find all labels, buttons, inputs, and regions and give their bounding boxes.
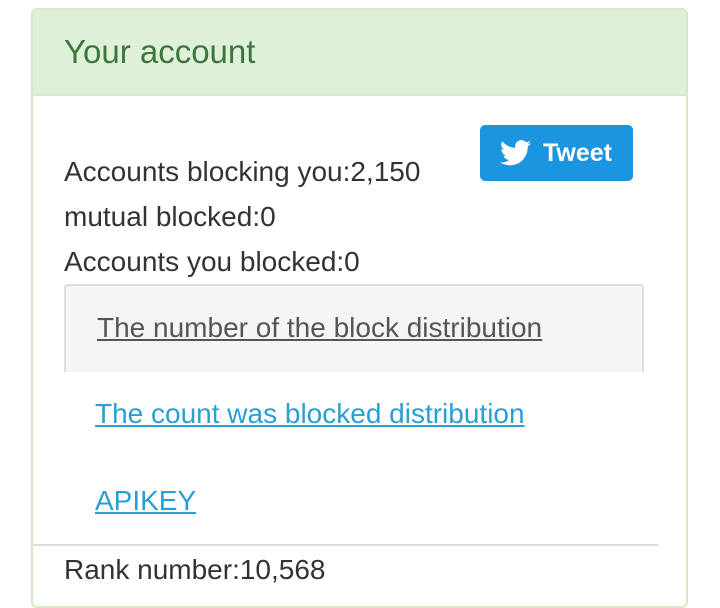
rank-number: Rank number:10,568 (64, 554, 326, 585)
accounts-blocking-you: Accounts blocking you:2,150 (64, 156, 421, 187)
tab-block-distribution-label[interactable]: The number of the block distribution (97, 312, 542, 343)
tab-block-distribution[interactable]: The number of the block distribution (64, 284, 644, 372)
accounts-you-blocked: Accounts you blocked:0 (64, 246, 360, 277)
tweet-button[interactable]: Tweet (480, 125, 633, 181)
panel-title: Your account (64, 33, 256, 70)
distribution-tabs: The number of the block distribution The… (64, 284, 644, 546)
tab-blocked-distribution[interactable]: The count was blocked distribution (64, 372, 644, 459)
tab-apikey-label[interactable]: APIKEY (95, 485, 196, 516)
tweet-button-label: Tweet (543, 139, 612, 167)
panel-heading: Your account (33, 10, 686, 96)
twitter-bird-icon (500, 140, 531, 166)
account-panel: Your account Accounts blocking you:2,150… (31, 8, 688, 608)
mutual-blocked: mutual blocked:0 (64, 201, 276, 232)
tab-apikey[interactable]: APIKEY (64, 459, 644, 546)
tab-blocked-distribution-label[interactable]: The count was blocked distribution (95, 398, 525, 429)
divider (33, 544, 659, 546)
